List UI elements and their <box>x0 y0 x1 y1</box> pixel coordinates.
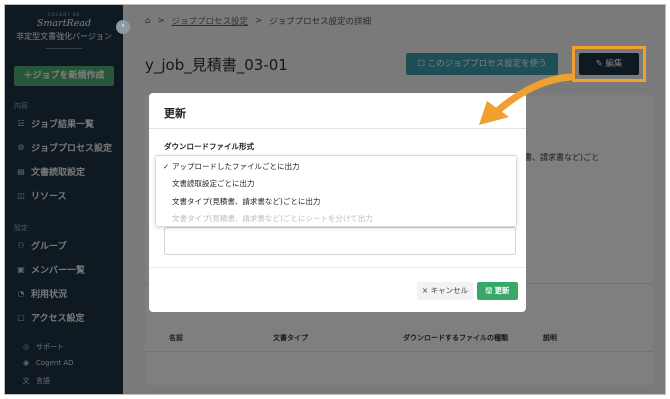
download-format-label: ダウンロードファイル形式 <box>164 142 254 151</box>
cancel-button[interactable]: × キャンセル <box>417 282 473 300</box>
download-format-dropdown[interactable]: ✓ アップロードしたファイルごとに出力 文書読取設定ごとに出力 文書タイプ(見積書… <box>155 155 517 227</box>
description-textarea[interactable] <box>164 227 516 255</box>
option-label: アップロードしたファイルごとに出力 <box>172 162 300 171</box>
modal-divider <box>149 267 526 268</box>
update-button[interactable]: 🖫 更新 <box>477 282 518 300</box>
pointer-arrow-icon <box>479 73 574 125</box>
app-window: COGENT BK SmartRead 非定型文書強化バージョン ＋ジョブを新規… <box>4 4 666 395</box>
sidebar-collapse-button[interactable]: ‹ <box>116 20 130 34</box>
modal-title: 更新 <box>164 107 186 120</box>
dropdown-option[interactable]: ✓ アップロードしたファイルごとに出力 <box>163 161 300 172</box>
dropdown-option[interactable]: 文書読取設定ごとに出力 <box>172 178 255 189</box>
dropdown-option[interactable]: 文書タイプ(見積書、請求書など)ごとに出力 <box>172 196 320 207</box>
check-icon: ✓ <box>163 162 170 171</box>
dropdown-option-disabled: 文書タイプ(見積書、請求書など)ごとにシートを分けて出力 <box>172 214 373 223</box>
